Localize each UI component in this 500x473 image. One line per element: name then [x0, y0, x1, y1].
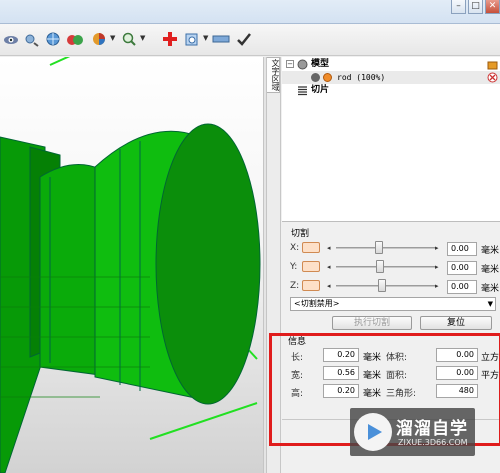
axis-line: [49, 57, 71, 66]
minimize-icon: –: [456, 1, 461, 11]
cut-mode-select[interactable]: <切割禁用> ▼: [290, 297, 496, 311]
globe-icon[interactable]: [44, 30, 62, 48]
play-logo-icon: [354, 413, 392, 451]
tree-node-label: 模型: [311, 59, 330, 69]
close-button[interactable]: ✕: [485, 0, 500, 14]
axis-x-unit: 毫米: [481, 246, 500, 256]
slider-right-icon[interactable]: ▸: [435, 244, 439, 252]
visibility-dot-icon[interactable]: [311, 73, 320, 82]
axis-line: [149, 402, 258, 440]
maximize-button[interactable]: □: [468, 0, 483, 14]
cut-mode-value: <切割禁用>: [294, 299, 340, 308]
close-icon: ✕: [488, 1, 497, 11]
axis-y-slider-track[interactable]: [336, 266, 436, 268]
title-bar: – □ ✕: [0, 0, 500, 24]
tree-node-label: rod (100%): [337, 73, 386, 82]
chevron-down-icon[interactable]: ▼: [203, 34, 208, 42]
axis-z-value[interactable]: 0.00: [447, 280, 477, 294]
ruler-icon[interactable]: [212, 30, 230, 48]
slider-left-icon[interactable]: ◂: [327, 244, 331, 252]
axis-y-toggle[interactable]: [302, 261, 320, 272]
zoom-icon[interactable]: [120, 30, 138, 48]
chevron-down-icon[interactable]: ▼: [140, 34, 145, 42]
slider-left-icon[interactable]: ◂: [327, 263, 331, 271]
watermark-title: 溜溜自学: [396, 419, 468, 439]
axis-x-label: X:: [290, 243, 300, 253]
reset-button[interactable]: 复位: [420, 316, 492, 330]
axis-x-toggle[interactable]: [302, 242, 320, 253]
view-cube-icon[interactable]: [183, 30, 201, 48]
delete-icon[interactable]: [487, 72, 498, 83]
axis-x-slider-thumb[interactable]: [375, 241, 383, 254]
maximize-icon: □: [471, 1, 480, 11]
slices-icon: [298, 86, 307, 96]
axis-x-slider-track[interactable]: [336, 247, 436, 249]
3d-viewport[interactable]: [0, 57, 263, 473]
slider-left-icon[interactable]: ◂: [327, 282, 331, 290]
chevron-down-icon[interactable]: ▼: [110, 34, 115, 42]
model-icon: [297, 59, 308, 70]
checkmark-icon[interactable]: [235, 30, 253, 48]
axis-z-label: Z:: [290, 281, 300, 291]
execute-cut-button[interactable]: 执行切割: [332, 316, 412, 330]
axis-z-slider-track[interactable]: [336, 285, 436, 287]
tree-node-rod[interactable]: rod (100%): [282, 71, 500, 84]
color-wheel-icon[interactable]: [90, 30, 108, 48]
collapse-icon[interactable]: −: [286, 60, 294, 68]
axis-z-toggle[interactable]: [302, 280, 320, 291]
axis-y-unit: 毫米: [481, 265, 500, 275]
add-icon[interactable]: [161, 30, 179, 48]
tree-node-model[interactable]: − 模型: [282, 58, 500, 71]
eye-icon[interactable]: [2, 30, 20, 48]
watermark-subtitle: ZIXUE.3D66.COM: [398, 438, 468, 447]
axis-x-value[interactable]: 0.00: [447, 242, 477, 256]
minimize-button[interactable]: –: [451, 0, 466, 14]
slider-right-icon[interactable]: ▸: [435, 282, 439, 290]
lock-icon[interactable]: [487, 59, 498, 70]
rod-model: [0, 57, 261, 473]
axis-z-slider-thumb[interactable]: [378, 279, 386, 292]
toolbar: ▼ ▼ ▼: [0, 24, 500, 56]
watermark: 溜溜自学 ZIXUE.3D66.COM: [350, 408, 475, 456]
tree-node-label: 切片: [311, 85, 330, 95]
rotate-icon[interactable]: [22, 30, 40, 48]
part-icon: [323, 73, 332, 82]
model-tree[interactable]: − 模型 rod (100%) 切片: [282, 57, 500, 222]
chevron-down-icon[interactable]: ▼: [488, 298, 493, 310]
axis-z-unit: 毫米: [481, 284, 500, 294]
spheres-icon[interactable]: [66, 30, 84, 48]
slider-right-icon[interactable]: ▸: [435, 263, 439, 271]
side-tab-label[interactable]: 文字区域: [268, 59, 280, 91]
cut-group-title: 切割: [291, 229, 310, 239]
axis-y-slider-thumb[interactable]: [376, 260, 384, 273]
tree-node-slices[interactable]: 切片: [282, 84, 500, 97]
axis-y-value[interactable]: 0.00: [447, 261, 477, 275]
axis-y-label: Y:: [290, 262, 298, 272]
